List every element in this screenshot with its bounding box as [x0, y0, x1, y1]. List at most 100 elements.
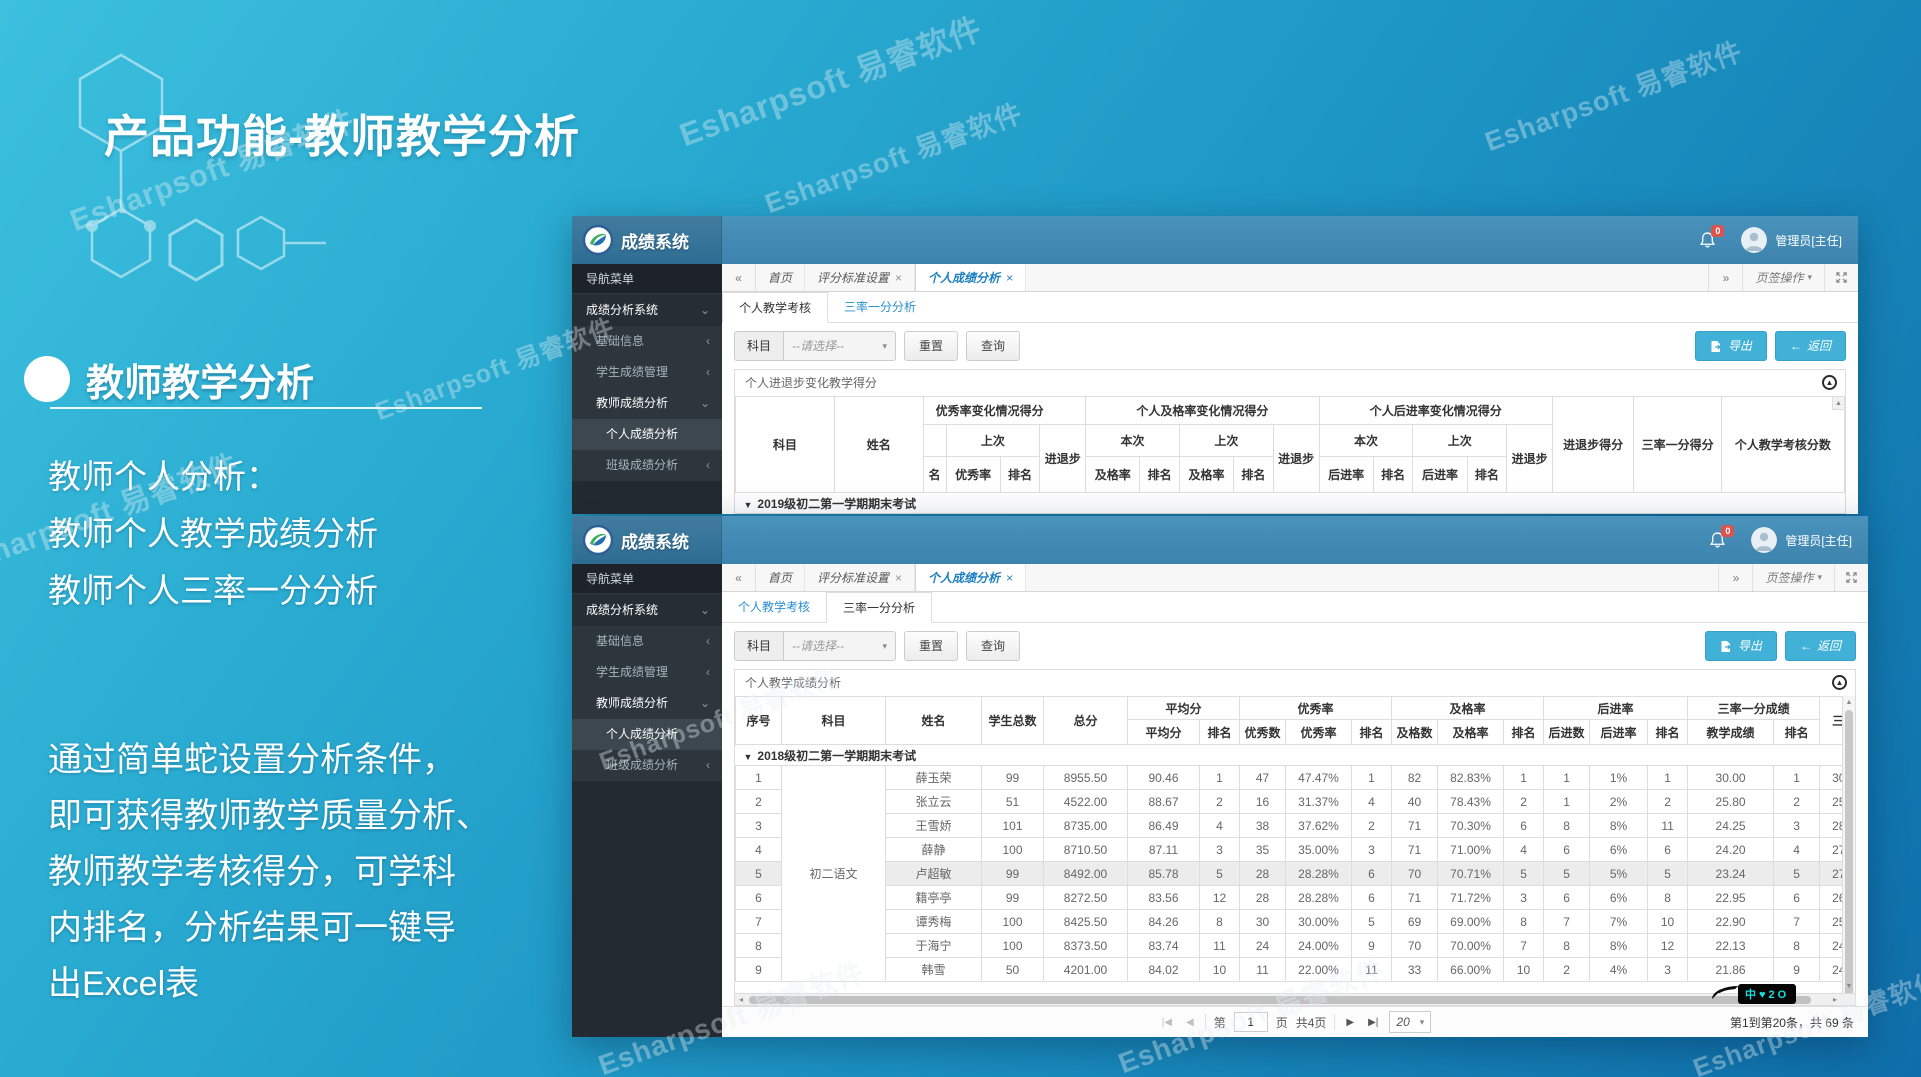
- scroll-up-icon[interactable]: ▲: [1843, 696, 1855, 709]
- table-container: 序号 科目 姓名 学生总数 总分 平均分 优秀率 及格率 后进率 三率一分成: [735, 696, 1855, 993]
- tab-score-standard[interactable]: 评分标准设置×: [805, 564, 915, 591]
- horizontal-scrollbar[interactable]: ◂ ▸: [735, 993, 1855, 1005]
- sidebar-item[interactable]: 教师成绩分析⌄: [572, 688, 722, 719]
- sidebar-item[interactable]: 成绩分析系统⌄: [572, 594, 722, 626]
- next-page-icon[interactable]: ▶: [1343, 1017, 1357, 1028]
- close-icon[interactable]: ×: [1006, 271, 1013, 285]
- sidebar-item[interactable]: 个人成绩分析: [572, 419, 722, 450]
- table-cell: 11: [1352, 958, 1392, 982]
- user-name[interactable]: 管理员[主任]: [1775, 232, 1842, 249]
- first-page-icon[interactable]: |◀: [1159, 1017, 1175, 1028]
- page-prefix-label: 第: [1214, 1014, 1226, 1031]
- page-size-select[interactable]: 20▾: [1389, 1011, 1431, 1033]
- app-logo[interactable]: 成绩系统: [572, 216, 722, 264]
- table-row[interactable]: 4薛静1008710.5087.1133535.00%37171.00%466%…: [736, 838, 1856, 862]
- sidebar-item[interactable]: 班级成绩分析‹: [572, 750, 722, 781]
- table-row[interactable]: 7谭秀梅1008425.5084.2683030.00%56969.00%877…: [736, 910, 1856, 934]
- subtab-three-rate-analysis[interactable]: 三率一分分析: [826, 592, 932, 623]
- close-icon[interactable]: ×: [1006, 571, 1013, 585]
- sidebar-item[interactable]: 班级成绩分析‹: [572, 450, 722, 481]
- sidebar-item[interactable]: 学生成绩管理‹: [572, 657, 722, 688]
- scrollbar-thumb[interactable]: [749, 996, 1811, 1004]
- panel-collapse-icon[interactable]: ▲: [1822, 375, 1837, 390]
- vertical-scrollbar[interactable]: ▲ ▼: [1842, 696, 1855, 993]
- close-icon[interactable]: ×: [895, 571, 902, 585]
- expand-icon[interactable]: [1834, 564, 1868, 591]
- scrollbar-thumb[interactable]: [1845, 710, 1853, 993]
- export-button[interactable]: 导出: [1695, 331, 1767, 361]
- scroll-right-icon[interactable]: ▸: [1829, 994, 1841, 1006]
- panel-collapse-icon[interactable]: ▲: [1832, 675, 1847, 690]
- sidebar-item[interactable]: 基础信息‹: [572, 326, 722, 357]
- table-row[interactable]: 3王雪娇1018735.0086.4943837.62%27170.30%688…: [736, 814, 1856, 838]
- reset-button[interactable]: 重置: [904, 331, 958, 361]
- scroll-left-icon[interactable]: ◂: [735, 994, 747, 1006]
- tab-personal-score-analysis[interactable]: 个人成绩分析×: [915, 564, 1026, 591]
- page-number-input[interactable]: [1234, 1012, 1268, 1032]
- table-cell: 7%: [1590, 910, 1648, 934]
- subtab-three-rate-analysis[interactable]: 三率一分分析: [828, 292, 932, 322]
- table-row[interactable]: 8于海宁1008373.5083.74112424.00%97070.00%78…: [736, 934, 1856, 958]
- table-cell: 71: [1392, 886, 1438, 910]
- table-row[interactable]: 6籍亭亭998272.5083.56122828.28%67171.72%366…: [736, 886, 1856, 910]
- scroll-up-icon[interactable]: ▲: [1832, 396, 1845, 410]
- table-container: 科目 姓名 优秀率变化情况得分 个人及格率变化情况得分 个人后进率变化情况得分 …: [735, 396, 1845, 513]
- back-button[interactable]: ← 返回: [1785, 631, 1856, 661]
- sidebar-item[interactable]: 基础信息‹: [572, 626, 722, 657]
- table-row[interactable]: 5卢超敏998492.0085.7852828.28%67070.71%555%…: [736, 862, 1856, 886]
- tab-score-standard[interactable]: 评分标准设置×: [805, 264, 915, 291]
- avatar[interactable]: [1751, 527, 1777, 553]
- sidebar-item-label: 个人成绩分析: [606, 727, 678, 741]
- tab-operations-dropdown[interactable]: 页签操作▾: [1752, 564, 1834, 591]
- subtab-personal-assessment[interactable]: 个人教学考核: [722, 292, 828, 323]
- query-button[interactable]: 查询: [966, 331, 1020, 361]
- tabs-scroll-right-icon[interactable]: »: [1718, 564, 1752, 591]
- tabs-scroll-left-icon[interactable]: «: [722, 564, 756, 591]
- close-icon[interactable]: ×: [895, 271, 902, 285]
- table-cell: 8955.50: [1044, 766, 1128, 790]
- subtab-personal-assessment[interactable]: 个人教学考核: [722, 592, 826, 622]
- tabs-scroll-left-icon[interactable]: «: [722, 264, 756, 291]
- table-row[interactable]: 2张立云514522.0088.6721631.37%44078.43%212%…: [736, 790, 1856, 814]
- table-cell: 71: [1392, 838, 1438, 862]
- sidebar-item[interactable]: 成绩分析系统⌄: [572, 294, 722, 326]
- export-button[interactable]: 导出: [1705, 631, 1777, 661]
- subject-field-label: 科目: [734, 331, 784, 361]
- subject-select[interactable]: --请选择--▾: [784, 331, 896, 361]
- app-logo[interactable]: 成绩系统: [572, 516, 722, 564]
- col-header: 序号: [736, 697, 782, 745]
- notifications-button[interactable]: 0: [1700, 232, 1715, 248]
- reset-button[interactable]: 重置: [904, 631, 958, 661]
- table-cell: 4522.00: [1044, 790, 1128, 814]
- scroll-down-icon[interactable]: ▼: [1843, 980, 1855, 993]
- notifications-button[interactable]: 0: [1710, 532, 1725, 548]
- tab-home[interactable]: 首页: [756, 264, 805, 291]
- record-range-info: 第1到第20条，共 69 条: [1730, 1014, 1854, 1031]
- tabs-scroll-right-icon[interactable]: »: [1708, 264, 1742, 291]
- watermark: Esharpsoft 易睿软件: [759, 91, 1027, 221]
- tab-personal-score-analysis[interactable]: 个人成绩分析×: [915, 264, 1026, 291]
- chevron-left-icon: ‹: [706, 657, 710, 688]
- table-cell: 薛静: [886, 838, 982, 862]
- last-page-icon[interactable]: ▶|: [1365, 1017, 1381, 1028]
- sidebar-item[interactable]: 个人成绩分析: [572, 719, 722, 750]
- query-button[interactable]: 查询: [966, 631, 1020, 661]
- back-button[interactable]: ← 返回: [1775, 331, 1846, 361]
- expand-icon[interactable]: [1824, 264, 1858, 291]
- sidebar-item[interactable]: 教师成绩分析⌄: [572, 388, 722, 419]
- tab-operations-dropdown[interactable]: 页签操作▾: [1742, 264, 1824, 291]
- subject-select[interactable]: --请选择--▾: [784, 631, 896, 661]
- exam-group-row[interactable]: ▼2018级初二第一学期期末考试: [736, 745, 1856, 766]
- user-name[interactable]: 管理员[主任]: [1785, 532, 1852, 549]
- table-row[interactable]: 9韩雪504201.0084.02101122.00%113366.00%102…: [736, 958, 1856, 982]
- table-row[interactable]: 1初二语文薛玉荣998955.5090.4614747.47%18282.83%…: [736, 766, 1856, 790]
- exam-group-row[interactable]: ▼2019级初二第一学期期末考试: [736, 493, 1845, 514]
- app-brand: 成绩系统: [621, 528, 689, 553]
- table-cell: 1: [1774, 766, 1820, 790]
- tab-home[interactable]: 首页: [756, 564, 805, 591]
- avatar[interactable]: [1741, 227, 1767, 253]
- prev-page-icon[interactable]: ◀: [1183, 1017, 1197, 1028]
- table-cell: 于海宁: [886, 934, 982, 958]
- table-cell: 40: [1392, 790, 1438, 814]
- sidebar-item[interactable]: 学生成绩管理‹: [572, 357, 722, 388]
